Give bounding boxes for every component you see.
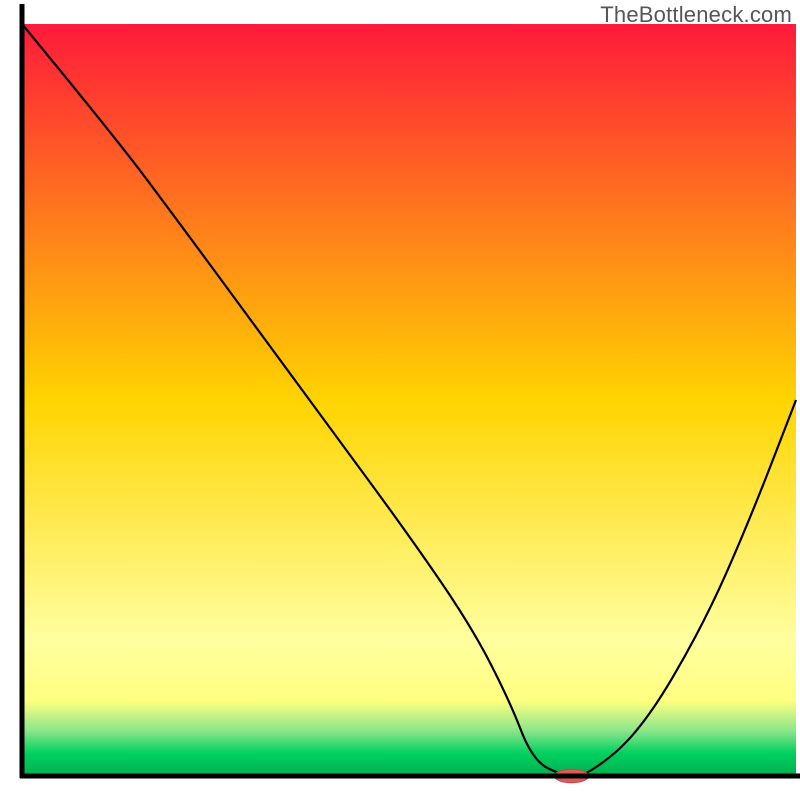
chart-container: TheBottleneck.com	[0, 0, 800, 800]
plot-area	[20, 4, 800, 783]
watermark-text: TheBottleneck.com	[600, 2, 792, 28]
chart-svg	[0, 0, 800, 800]
